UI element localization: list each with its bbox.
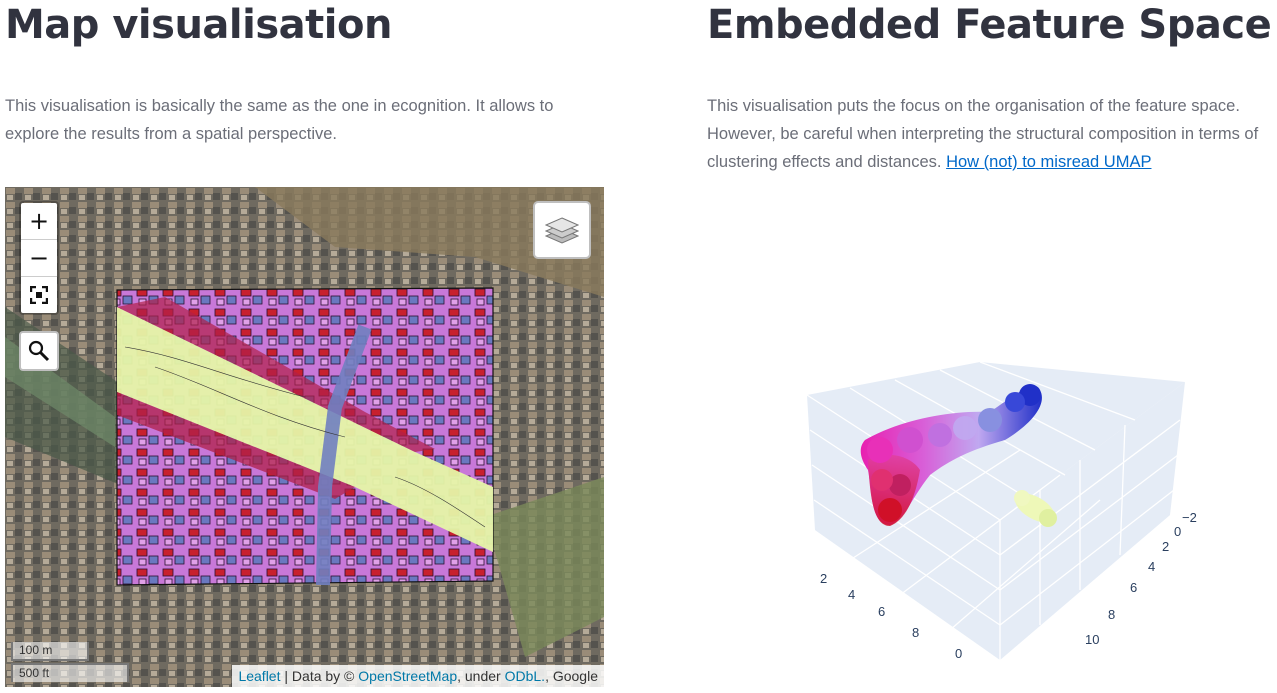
scale-imperial: 500 ft bbox=[11, 663, 129, 682]
umap-link[interactable]: How (not) to misread UMAP bbox=[946, 153, 1151, 171]
umap-3d-plot[interactable]: 2 4 6 8 0 10 8 6 4 2 0 −2 bbox=[790, 340, 1220, 670]
x-tick: 8 bbox=[912, 625, 919, 640]
attribution-text: | Data by © bbox=[280, 668, 359, 684]
search-button[interactable] bbox=[19, 331, 59, 371]
fullscreen-icon bbox=[30, 286, 48, 304]
y-tick: 2 bbox=[1162, 539, 1169, 554]
search-icon bbox=[28, 340, 50, 362]
x-tick: 0 bbox=[955, 646, 962, 661]
zoom-out-icon: − bbox=[28, 244, 50, 272]
x-tick: 4 bbox=[848, 587, 855, 602]
embedding-description: This visualisation puts the focus on the… bbox=[707, 92, 1272, 176]
map-description: This visualisation is basically the same… bbox=[5, 97, 554, 143]
map-imagery bbox=[5, 187, 604, 687]
y-tick: −2 bbox=[1182, 510, 1197, 525]
zoom-in-icon: + bbox=[28, 207, 50, 235]
layers-icon bbox=[545, 217, 579, 244]
leaflet-link[interactable]: Leaflet bbox=[238, 668, 280, 684]
attribution-under: , under bbox=[457, 668, 505, 684]
leaflet-map[interactable]: + − 100 m 500 ft Leaflet | Data by © Ope… bbox=[5, 187, 604, 687]
openstreetmap-link[interactable]: OpenStreetMap bbox=[358, 668, 457, 684]
y-tick: 8 bbox=[1108, 607, 1115, 622]
zoom-in-button[interactable]: + bbox=[21, 203, 57, 240]
y-tick: 4 bbox=[1148, 559, 1155, 574]
embedding-title: Embedded Feature Space bbox=[707, 2, 1272, 48]
map-title: Map visualisation bbox=[5, 2, 392, 48]
x-tick: 6 bbox=[878, 604, 885, 619]
x-tick: 2 bbox=[820, 571, 827, 586]
y-tick: 10 bbox=[1085, 632, 1099, 647]
fullscreen-button[interactable] bbox=[21, 277, 57, 313]
attribution-google: , Google bbox=[545, 668, 598, 684]
zoom-out-button[interactable]: − bbox=[21, 240, 57, 277]
map-attribution: Leaflet | Data by © OpenStreetMap, under… bbox=[232, 665, 604, 687]
scale-bar: 100 m 500 ft bbox=[11, 642, 129, 682]
zoom-control: + − bbox=[19, 201, 59, 315]
y-tick: 0 bbox=[1174, 524, 1181, 539]
odbl-link[interactable]: ODbL. bbox=[505, 668, 545, 684]
plot-canvas: 2 4 6 8 0 10 8 6 4 2 0 −2 bbox=[806, 361, 1197, 661]
layers-button[interactable] bbox=[533, 201, 591, 259]
scale-metric: 100 m bbox=[11, 642, 89, 661]
y-tick: 6 bbox=[1130, 580, 1137, 595]
